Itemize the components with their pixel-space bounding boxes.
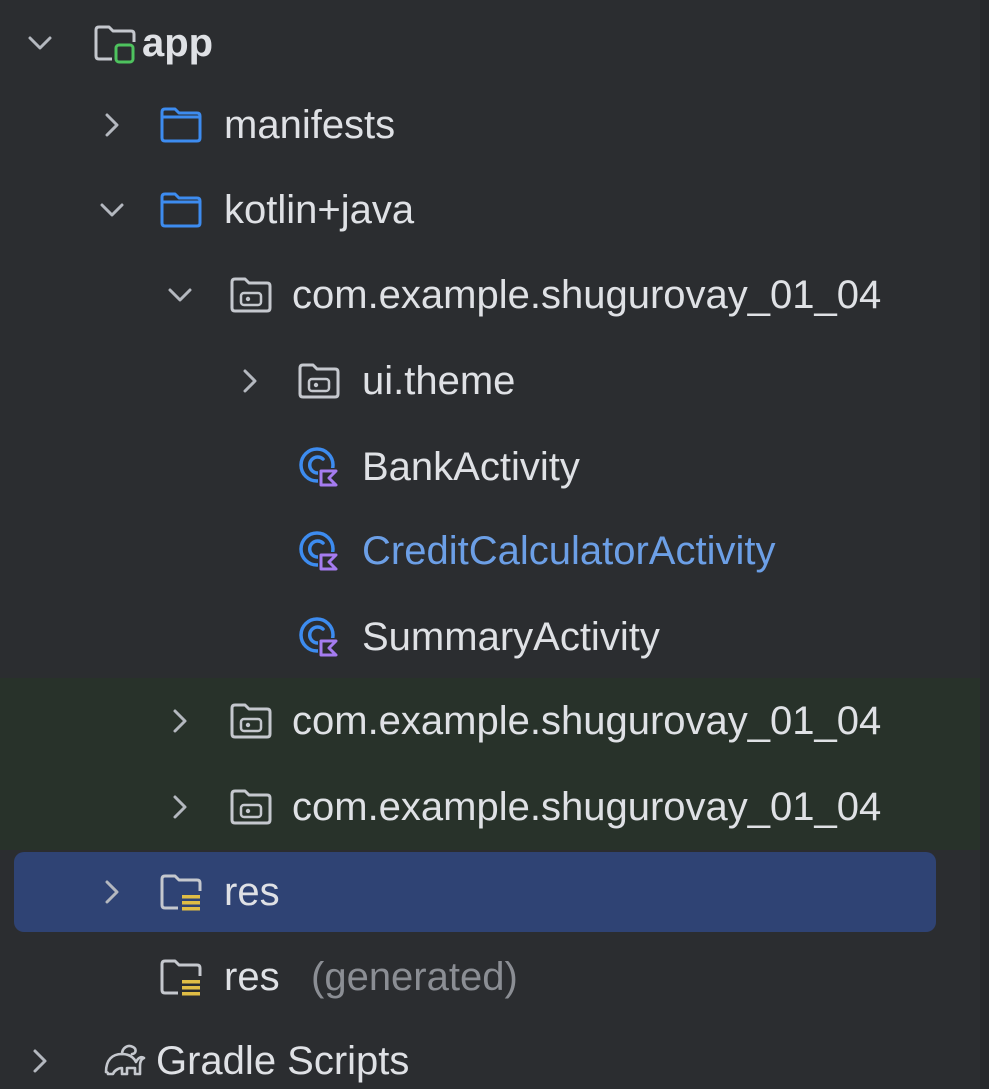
tree-item-label: com.example.shugurovay_01_04	[292, 785, 882, 829]
tree-item-credit-calculator-activity[interactable]: CreditCalculatorActivity	[0, 508, 989, 594]
tree-item-label: kotlin+java	[224, 188, 415, 232]
tree-item-package-test[interactable]: com.example.shugurovay_01_04	[0, 764, 989, 850]
resource-folder-icon	[158, 954, 204, 1000]
tree-item-package-android-test[interactable]: com.example.shugurovay_01_04	[0, 678, 989, 764]
tree-item-manifests[interactable]: manifests	[0, 82, 989, 168]
chevron-right-icon[interactable]	[20, 1041, 60, 1081]
tree-item-label: res	[224, 870, 280, 914]
chevron-down-icon[interactable]	[20, 23, 60, 63]
tree-item-label: com.example.shugurovay_01_04	[292, 273, 882, 317]
chevron-right-icon[interactable]	[160, 787, 200, 827]
gradle-icon	[100, 1038, 146, 1084]
project-tree: app manifests kotlin+java com.example.sh…	[0, 0, 989, 1089]
folder-icon	[158, 102, 204, 148]
tree-item-kotlin-java[interactable]: kotlin+java	[0, 167, 989, 253]
tree-item-label: com.example.shugurovay_01_04	[292, 699, 882, 743]
tree-item-res-generated[interactable]: res (generated)	[0, 934, 989, 1020]
tree-item-suffix: (generated)	[311, 955, 518, 999]
package-icon	[296, 358, 342, 404]
chevron-down-icon[interactable]	[160, 275, 200, 315]
tree-item-label: SummaryActivity	[362, 615, 660, 659]
tree-item-package-main[interactable]: com.example.shugurovay_01_04	[0, 252, 989, 338]
tree-item-label: ui.theme	[362, 359, 516, 403]
tree-item-label: app	[142, 21, 214, 65]
module-folder-icon	[92, 20, 138, 66]
tree-item-label: manifests	[224, 103, 396, 147]
tree-item-label: BankActivity	[362, 445, 580, 489]
tree-item-app[interactable]: app	[0, 0, 989, 86]
tree-item-ui-theme[interactable]: ui.theme	[0, 338, 989, 424]
kotlin-class-icon	[296, 528, 342, 574]
chevron-right-icon[interactable]	[160, 701, 200, 741]
chevron-right-icon[interactable]	[92, 105, 132, 145]
tree-item-label: res	[224, 955, 280, 999]
tree-item-res[interactable]: res	[0, 849, 989, 935]
chevron-right-icon[interactable]	[92, 872, 132, 912]
tree-item-label: Gradle Scripts	[156, 1039, 410, 1083]
package-icon	[228, 272, 274, 318]
chevron-right-icon[interactable]	[230, 361, 270, 401]
resource-folder-icon	[158, 869, 204, 915]
package-icon	[228, 784, 274, 830]
tree-item-bank-activity[interactable]: BankActivity	[0, 424, 989, 510]
folder-icon	[158, 187, 204, 233]
kotlin-class-icon	[296, 614, 342, 660]
package-icon	[228, 698, 274, 744]
tree-item-gradle-scripts[interactable]: Gradle Scripts	[0, 1018, 989, 1089]
chevron-down-icon[interactable]	[92, 190, 132, 230]
kotlin-class-icon	[296, 444, 342, 490]
tree-item-label: CreditCalculatorActivity	[362, 529, 776, 573]
tree-item-summary-activity[interactable]: SummaryActivity	[0, 594, 989, 680]
